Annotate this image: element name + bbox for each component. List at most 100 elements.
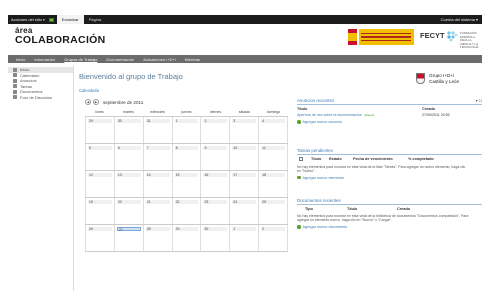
day-number: 29 (174, 227, 199, 231)
calendar-day[interactable]: 1 (173, 117, 202, 143)
day-number: 2 (261, 227, 286, 231)
calendar-day[interactable]: 1 (230, 225, 260, 251)
calendar-day[interactable]: 18 (259, 171, 289, 197)
calendar-day[interactable]: 31 (144, 117, 173, 143)
day-number: 19 (88, 200, 112, 204)
navigate-up-icon[interactable] (48, 17, 54, 22)
add-task-label: Agregar nuevo elemento (302, 175, 345, 180)
nav-inicio[interactable]: Inicio (16, 57, 25, 62)
tab-pagina[interactable]: Página (84, 15, 106, 24)
add-icon (297, 175, 301, 180)
documents-header: Documentos recientes (297, 198, 482, 205)
column-titulo[interactable]: Título (347, 207, 397, 211)
site-logo[interactable]: área COLABORACIÓN (15, 27, 106, 46)
calendar-day[interactable]: 7 (144, 144, 173, 170)
day-number: 15 (174, 173, 199, 177)
announcements-title[interactable]: Anuncios recientes (297, 98, 334, 103)
calendar-day[interactable]: 2 (259, 225, 289, 251)
day-number: 29 (88, 119, 112, 123)
documents-title[interactable]: Documentos recientes (297, 198, 341, 203)
sidebar-item-foro[interactable]: Foro de Discusión (8, 95, 73, 101)
column-titulo[interactable]: Título (311, 157, 329, 162)
calendar-day[interactable]: 16 (201, 171, 231, 197)
column-creado[interactable]: Creado (422, 107, 435, 111)
calendar-day[interactable]: 4 (259, 117, 289, 143)
select-all-checkbox[interactable] (299, 157, 303, 161)
day-number: 23 (203, 200, 228, 204)
ministerio-logo (348, 29, 414, 45)
weekday-label: martes (123, 110, 134, 114)
calendar-day[interactable]: 19 (85, 198, 115, 224)
day-number: 2 (203, 119, 228, 123)
add-document-button[interactable]: Agregar nuevo documento (297, 225, 482, 229)
nav-documentacion[interactable]: Documentación (106, 57, 134, 62)
nav-informacion[interactable]: Información (34, 57, 55, 62)
calendar-day[interactable]: 10 (230, 144, 260, 170)
top-navigation: Inicio Información Grupos de Trabajo Doc… (8, 55, 482, 63)
day-number: 12 (88, 173, 112, 177)
weekday-label: domingo (266, 110, 281, 114)
tasks-header: Tareas pendientes (297, 148, 482, 155)
webpart-menu-icon[interactable]: ▾ ☐ (476, 98, 482, 103)
calendar-day[interactable]: 17 (230, 171, 260, 197)
calendar-day[interactable]: 25 (259, 198, 289, 224)
nav-grupos-de-trabajo[interactable]: Grupos de Trabajo (64, 57, 97, 62)
calendar-day[interactable]: 24 (230, 198, 260, 224)
calendar-day[interactable]: 11 (259, 144, 289, 170)
calendar-day[interactable]: 30 (115, 117, 144, 143)
weekday-label: sábado (238, 110, 251, 114)
fecyt-mark-icon (447, 31, 458, 42)
tab-examinar[interactable]: Examinar (56, 15, 84, 24)
calendar-day[interactable]: 30 (201, 225, 231, 251)
nav-actuaciones[interactable]: Actuaciones I+D+i (143, 57, 175, 62)
calendar-day[interactable]: 29 (173, 225, 202, 251)
calendar-link[interactable]: Calendario (79, 88, 99, 93)
calendar-day[interactable]: 27 (115, 225, 144, 251)
column-completado[interactable]: % completado (408, 157, 434, 162)
column-titulo[interactable]: Título (297, 107, 422, 111)
previous-month-button[interactable]: ◀ (85, 99, 91, 105)
calendar-day[interactable]: 14 (144, 171, 173, 197)
calendar-day[interactable]: 6 (115, 144, 144, 170)
calendar-day[interactable]: 26 (85, 225, 115, 251)
calendar-day[interactable]: 9 (201, 144, 231, 170)
calendar-day[interactable]: 13 (115, 171, 144, 197)
add-announcement-button[interactable]: Agregar nuevo anuncio (297, 120, 482, 124)
column-estado[interactable]: Estado (329, 157, 353, 162)
weekday-label: jueves (181, 110, 192, 114)
column-tipo[interactable]: Tipo (297, 207, 347, 211)
column-creado[interactable]: Creado (397, 207, 410, 211)
calendar-day[interactable]: 15 (173, 171, 202, 197)
calendar-day[interactable]: 5 (85, 144, 115, 170)
day-number: 26 (88, 227, 112, 231)
day-number: 5 (88, 146, 112, 150)
calendar-day[interactable]: 12 (85, 171, 115, 197)
day-number: 25 (261, 200, 286, 204)
calendar-day[interactable]: 20 (115, 198, 144, 224)
calendar-icon (13, 73, 17, 78)
calendar-day[interactable]: 21 (144, 198, 173, 224)
logo-line-2: COLABORACIÓN (15, 34, 106, 46)
next-month-button[interactable]: ▶ (93, 99, 99, 105)
calendar-week: 26 27 28 29 30 1 2 (85, 224, 289, 251)
account-menu[interactable]: Cuenta del sistema ▾ (441, 17, 482, 22)
nav-mientras[interactable]: Mientras (185, 57, 200, 62)
calendar-day[interactable]: 2 (201, 117, 231, 143)
calendar-day[interactable]: 8 (173, 144, 202, 170)
add-task-button[interactable]: Agregar nuevo elemento (297, 176, 482, 180)
calendar-day[interactable]: 23 (201, 198, 231, 224)
sidebar-item-label: Anuncios (20, 78, 37, 84)
tasks-icon (13, 84, 17, 89)
tasks-title[interactable]: Tareas pendientes (297, 148, 333, 153)
calendar-day[interactable]: 3 (230, 117, 260, 143)
fecyt-logo: FECYT (420, 31, 445, 40)
column-fecha-vencimiento[interactable]: Fecha de vencimiento (353, 157, 408, 162)
announcements-header: Anuncios recientes ▾ ☐ (297, 98, 482, 105)
site-actions-menu[interactable]: Acciones del sitio ▾ (8, 17, 45, 22)
new-badge: ¡Nuevo! (363, 113, 375, 117)
calendar-day[interactable]: 29 (85, 117, 115, 143)
calendar-grid: lunes martes miércoles jueves viernes sábado d… (85, 110, 289, 252)
announcement-link[interactable]: Apertura de uso sobre la documentación (297, 113, 362, 117)
calendar-day[interactable]: 22 (173, 198, 202, 224)
calendar-day[interactable]: 28 (144, 225, 173, 251)
